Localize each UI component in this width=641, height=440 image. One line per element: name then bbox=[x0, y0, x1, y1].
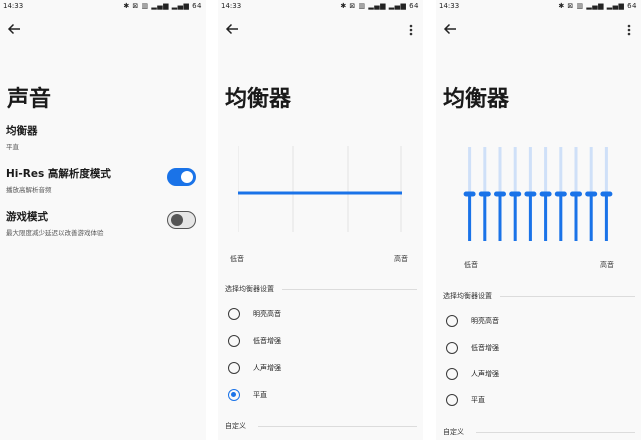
more-vert-icon[interactable] bbox=[405, 22, 417, 38]
equalizer-label: 均衡器 bbox=[6, 125, 38, 137]
preset-label: 人声增强 bbox=[253, 364, 281, 372]
preset-flat[interactable]: 平直 bbox=[228, 387, 413, 403]
preset-bright-treble[interactable]: 明亮高音 bbox=[228, 306, 413, 322]
eq-band-sliders-graphic bbox=[463, 147, 613, 241]
preset-label: 平直 bbox=[471, 396, 485, 404]
preset-bass-boost[interactable]: 低音增强 bbox=[228, 333, 413, 349]
hires-desc: 播放高解析音频 bbox=[6, 186, 52, 194]
eq-band-knob[interactable] bbox=[478, 191, 491, 197]
preset-label: 明亮高音 bbox=[253, 310, 281, 318]
toggle-knob bbox=[171, 214, 183, 226]
radio-button-selected bbox=[228, 389, 240, 401]
preset-label: 低音增强 bbox=[471, 344, 499, 352]
status-bar: 14:33 ✱ ⊠ ▥ ▂▄▆ ▂▄▆ 64 bbox=[0, 0, 206, 14]
preset-bright-treble[interactable]: 明亮高音 bbox=[446, 313, 631, 329]
divider bbox=[476, 432, 635, 433]
more-vert-icon[interactable] bbox=[623, 22, 635, 38]
preset-label: 低音增强 bbox=[253, 337, 281, 345]
status-time: 14:33 bbox=[3, 2, 24, 10]
equalizer-setting[interactable]: 均衡器 平直 bbox=[6, 123, 198, 151]
eq-low-label: 低音 bbox=[230, 255, 244, 263]
eq-high-label: 高音 bbox=[394, 255, 408, 263]
back-arrow-icon[interactable] bbox=[5, 20, 23, 38]
eq-band-knob[interactable] bbox=[494, 191, 506, 197]
equalizer-value: 平直 bbox=[6, 143, 19, 151]
eq-band-knob[interactable] bbox=[524, 191, 537, 197]
status-time: 14:33 bbox=[439, 2, 460, 10]
preset-section-label: 选择均衡器设置 bbox=[225, 285, 274, 293]
status-icons: ✱ ⊠ ▥ ▂▄▆ ▂▄▆ 64 bbox=[340, 2, 419, 10]
status-bar: 14:33 ✱ ⊠ ▥ ▂▄▆ ▂▄▆ 64 bbox=[436, 0, 641, 14]
back-arrow-icon[interactable] bbox=[441, 20, 459, 38]
page-title: 声音 bbox=[7, 87, 52, 112]
preset-label: 明亮高音 bbox=[471, 317, 499, 325]
preset-label: 人声增强 bbox=[471, 370, 499, 378]
hires-toggle[interactable] bbox=[167, 168, 196, 186]
preset-flat[interactable]: 平直 bbox=[446, 392, 631, 408]
status-icons: ✱ ⊠ ▥ ▂▄▆ ▂▄▆ 64 bbox=[558, 2, 637, 10]
eq-band-knob[interactable] bbox=[463, 191, 476, 197]
custom-section-label: 自定义 bbox=[443, 428, 464, 436]
eq-band-knob[interactable] bbox=[570, 191, 582, 197]
eq-low-label: 低音 bbox=[464, 261, 478, 269]
eq-curve-graphic bbox=[237, 146, 402, 232]
eq-band-sliders bbox=[462, 147, 614, 241]
eq-high-label: 高音 bbox=[600, 261, 614, 269]
page-title: 均衡器 bbox=[225, 87, 292, 112]
eq-graph bbox=[237, 144, 402, 234]
preset-bass-boost[interactable]: 低音增强 bbox=[446, 340, 631, 356]
preset-vocal-boost[interactable]: 人声增强 bbox=[446, 366, 631, 382]
radio-button bbox=[446, 342, 458, 354]
equalizer-screen-custom: 14:33 ✱ ⊠ ▥ ▂▄▆ ▂▄▆ 64 均衡器 低音 高音 选择均衡器设置… bbox=[436, 0, 641, 440]
divider bbox=[500, 296, 635, 297]
divider bbox=[258, 426, 417, 427]
sound-settings-screen: 14:33 ✱ ⊠ ▥ ▂▄▆ ▂▄▆ 64 声音 均衡器 平直 Hi-Res … bbox=[0, 0, 206, 440]
toggle-knob bbox=[181, 171, 193, 183]
equalizer-screen-flat: 14:33 ✱ ⊠ ▥ ▂▄▆ ▂▄▆ 64 均衡器 低音 高音 选择均衡器设置… bbox=[218, 0, 423, 440]
preset-vocal-boost[interactable]: 人声增强 bbox=[228, 360, 413, 376]
status-time: 14:33 bbox=[221, 2, 242, 10]
radio-button bbox=[228, 335, 240, 347]
eq-band-knob[interactable] bbox=[509, 191, 522, 197]
eq-band-knob[interactable] bbox=[539, 191, 552, 197]
radio-button bbox=[446, 394, 458, 406]
status-icons: ✱ ⊠ ▥ ▂▄▆ ▂▄▆ 64 bbox=[123, 2, 202, 10]
eq-band-knob[interactable] bbox=[554, 191, 567, 197]
eq-band-knob[interactable] bbox=[585, 191, 598, 197]
radio-button bbox=[446, 315, 458, 327]
divider bbox=[282, 289, 417, 290]
radio-button bbox=[446, 368, 458, 380]
back-arrow-icon[interactable] bbox=[223, 20, 241, 38]
eq-band-knob[interactable] bbox=[600, 191, 613, 197]
game-mode-desc: 最大限度减少延迟以改善游戏体验 bbox=[6, 229, 104, 237]
status-bar: 14:33 ✱ ⊠ ▥ ▂▄▆ ▂▄▆ 64 bbox=[218, 0, 423, 14]
preset-label: 平直 bbox=[253, 391, 267, 399]
game-mode-toggle[interactable] bbox=[167, 211, 196, 229]
page-title: 均衡器 bbox=[443, 87, 510, 112]
radio-button bbox=[228, 362, 240, 374]
custom-section-label: 自定义 bbox=[225, 422, 246, 430]
radio-button bbox=[228, 308, 240, 320]
preset-section-label: 选择均衡器设置 bbox=[443, 292, 492, 300]
